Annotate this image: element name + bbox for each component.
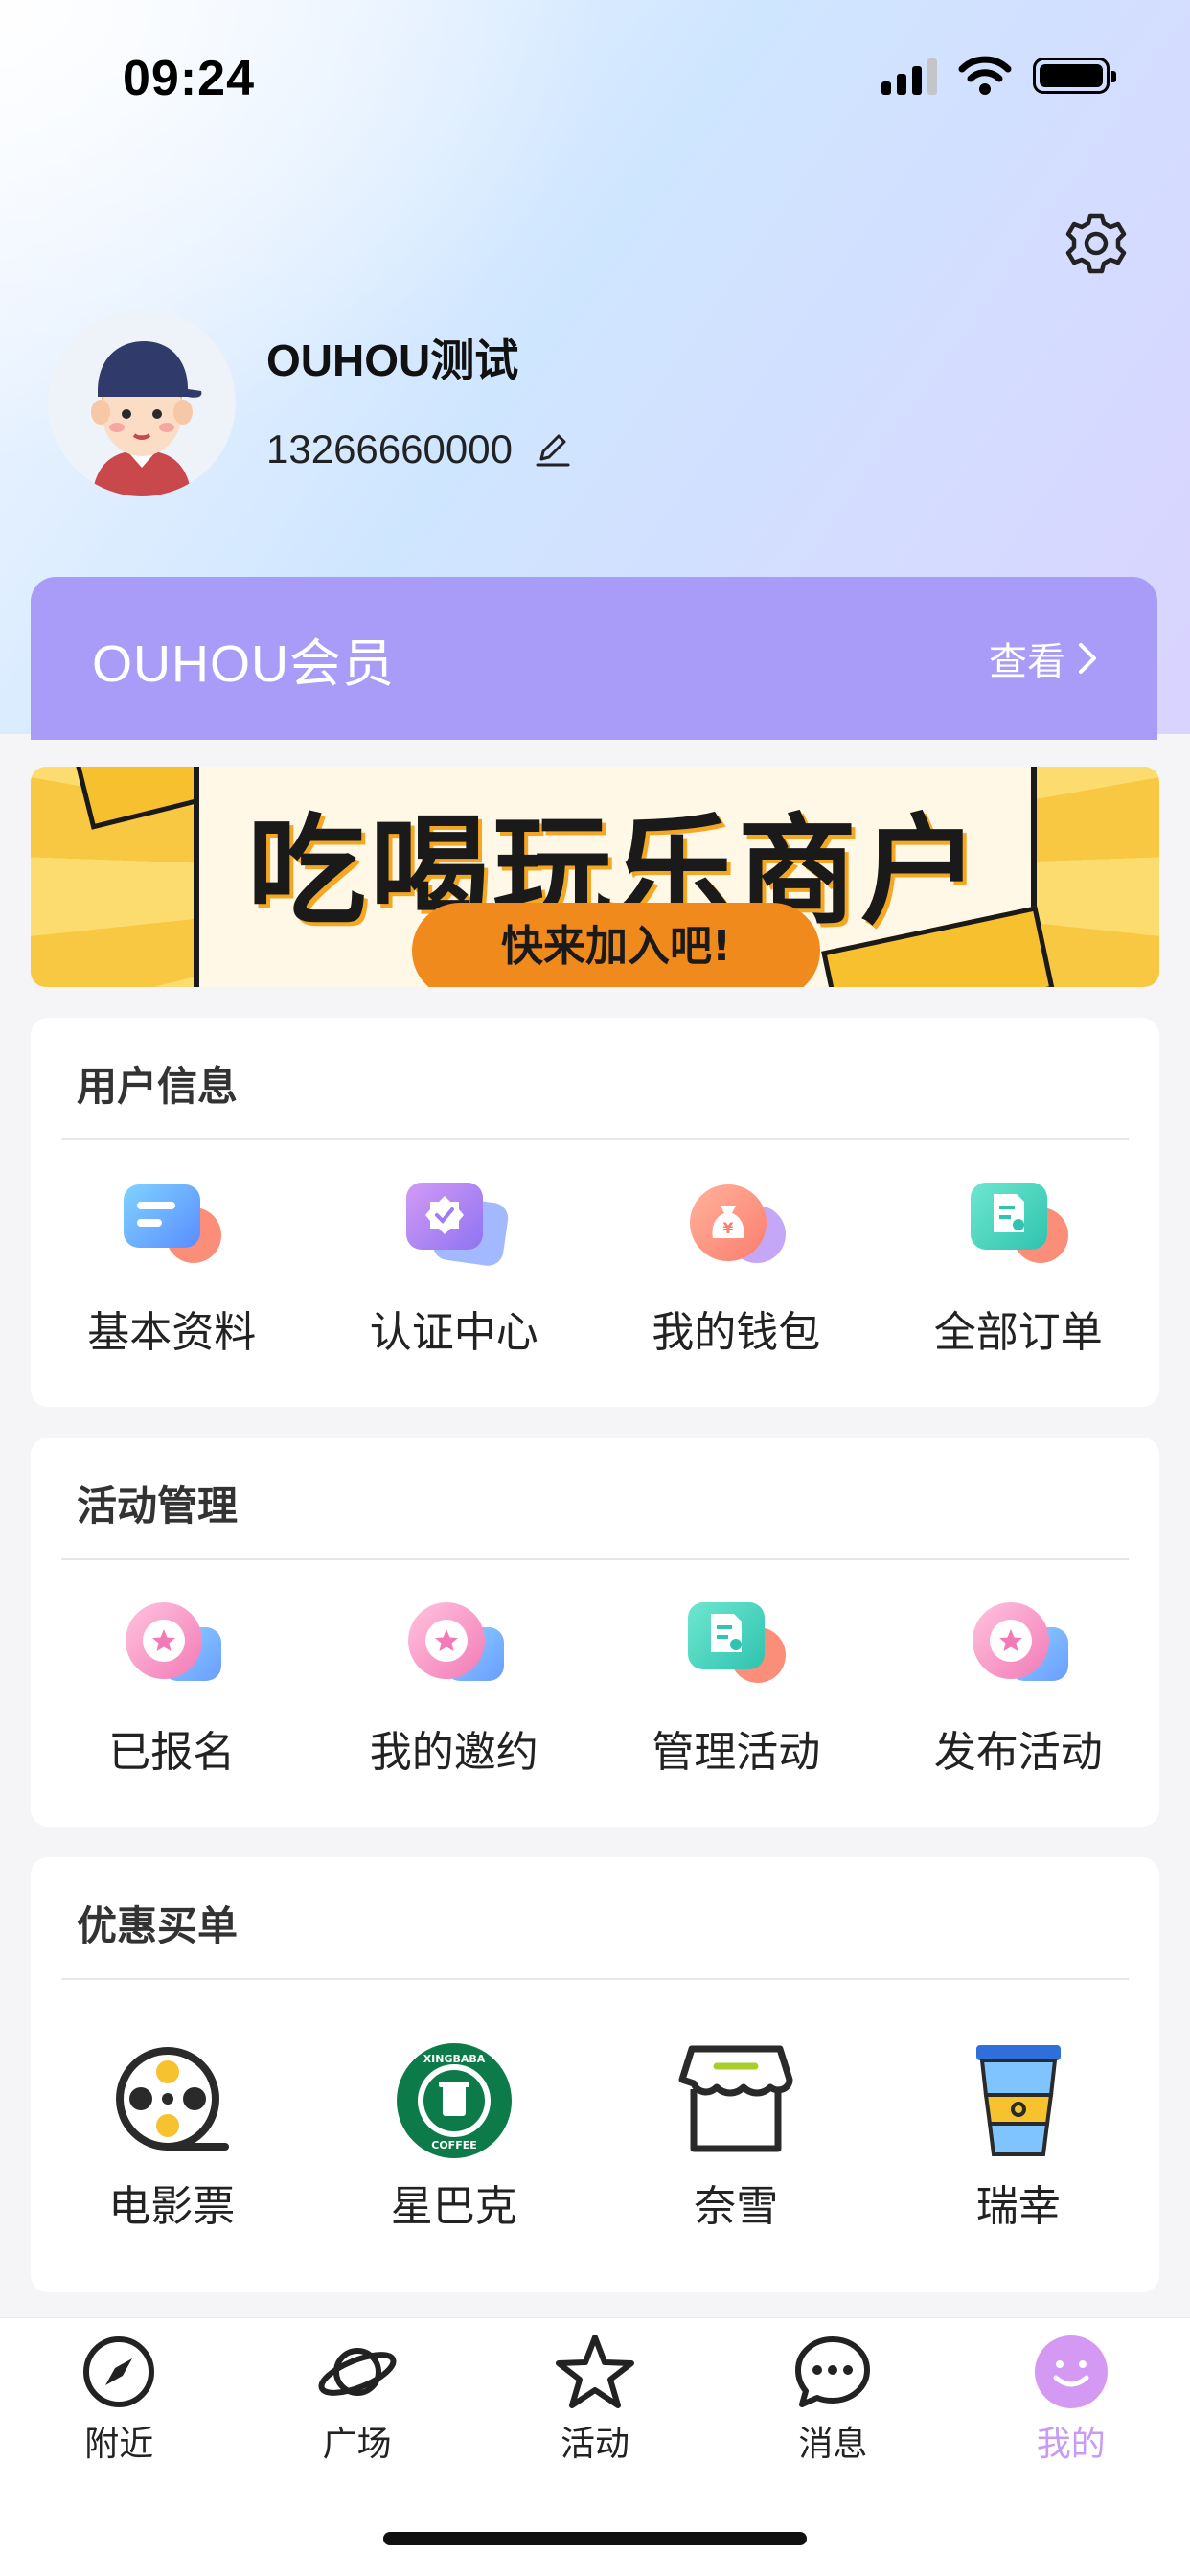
tab-label: 活动	[560, 2425, 629, 2464]
profile-card-icon	[114, 1171, 229, 1276]
compass-icon	[83, 2336, 155, 2407]
grid-label: 认证中心	[369, 1308, 538, 1357]
order-document-icon	[961, 1171, 1076, 1276]
coffee-cup-icon	[975, 2045, 1061, 2156]
grid-label: 基本资料	[87, 1308, 257, 1357]
film-reel-icon	[116, 2047, 230, 2150]
grid-item-basic-info[interactable]: 基本资料	[31, 1171, 313, 1359]
grid-item-registered[interactable]: 已报名	[31, 1591, 313, 1779]
grid-item-nayuki[interactable]: 奈雪	[595, 2041, 878, 2233]
grid-item-publish-activity[interactable]: 发布活动	[878, 1591, 1160, 1779]
star-badge-icon	[114, 1591, 229, 1696]
section-title: 用户信息	[77, 1063, 239, 1110]
avatar[interactable]	[48, 309, 236, 496]
phone-number: 13266660000	[266, 426, 513, 472]
grid-item-verification[interactable]: 认证中心	[313, 1171, 596, 1359]
section-title: 优惠买单	[77, 1902, 239, 1949]
activity-section: 活动管理 已报名 我的邀约 管理活动 发布活动	[31, 1438, 1159, 1827]
grid-label: 已报名	[108, 1728, 236, 1777]
edit-pencil-icon[interactable]	[534, 430, 572, 469]
grid-item-starbucks[interactable]: XINGBABA COFFEE 星巴克	[313, 2041, 596, 2233]
shop-icon	[678, 2045, 793, 2152]
phone-row: 13266660000	[266, 426, 572, 472]
tab-label: 消息	[798, 2425, 868, 2464]
grid-label: 我的钱包	[652, 1308, 821, 1357]
grid-label: 管理活动	[652, 1728, 821, 1777]
svg-text:COFFEE: COFFEE	[431, 2139, 476, 2151]
tab-label: 附近	[84, 2425, 154, 2464]
grid-label: 星巴克	[390, 2182, 517, 2231]
tab-plaza[interactable]: 广场	[238, 2332, 475, 2491]
grid-label: 瑞幸	[975, 2182, 1061, 2231]
order-document-icon	[678, 1591, 793, 1696]
tab-label: 广场	[322, 2425, 392, 2464]
home-indicator	[383, 2532, 807, 2545]
merchant-join-banner[interactable]: 吃喝玩乐商户 快来加入吧!	[31, 767, 1159, 987]
svg-text:¥: ¥	[723, 1219, 734, 1237]
member-view-label: 查看	[989, 640, 1065, 684]
banner-cta[interactable]: 快来加入吧!	[412, 903, 820, 987]
grid-label: 发布活动	[933, 1728, 1103, 1777]
divider	[61, 1558, 1129, 1560]
grid-item-luckin[interactable]: 瑞幸	[878, 2041, 1160, 2233]
member-card[interactable]: OUHOU会员 查看	[31, 577, 1157, 740]
avatar-illustration	[91, 341, 202, 496]
tab-mine[interactable]: 我的	[952, 2332, 1190, 2491]
section-title: 活动管理	[77, 1483, 239, 1530]
grid-label: 全部订单	[933, 1308, 1103, 1357]
grid-label: 奈雪	[694, 2182, 779, 2231]
smiley-icon	[1034, 2335, 1108, 2408]
planet-icon	[318, 2348, 397, 2396]
chevron-right-icon	[1079, 643, 1096, 674]
divider	[61, 1138, 1129, 1140]
star-badge-icon	[961, 1591, 1076, 1696]
tab-messages[interactable]: 消息	[714, 2332, 951, 2491]
grid-item-all-orders[interactable]: 全部订单	[878, 1171, 1160, 1359]
user-name: OUHOU测试	[266, 335, 519, 385]
grid-item-my-invitations[interactable]: 我的邀约	[313, 1591, 596, 1779]
money-bag-icon: ¥	[678, 1171, 793, 1276]
grid-item-wallet[interactable]: ¥ 我的钱包	[595, 1171, 878, 1359]
grid-item-movie-ticket[interactable]: 电影票	[31, 2041, 313, 2233]
tab-label: 我的	[1036, 2425, 1106, 2464]
discount-section: 优惠买单 电影票 XINGBABA COFFEE 星巴克 奈雪 瑞幸	[31, 1857, 1159, 2292]
grid-item-manage-activity[interactable]: 管理活动	[595, 1591, 878, 1779]
starbucks-logo-icon: XINGBABA COFFEE	[396, 2043, 512, 2158]
member-view-button[interactable]: 查看	[989, 631, 1100, 686]
grid-label: 我的邀约	[369, 1728, 538, 1777]
star-badge-icon	[397, 1591, 512, 1696]
user-info-section: 用户信息 基本资料 认证中心 ¥ 我的钱包 全部订单	[31, 1018, 1159, 1407]
battery-icon	[1033, 58, 1116, 94]
status-time: 09:24	[123, 51, 255, 106]
settings-gear-icon[interactable]	[1064, 211, 1129, 276]
tab-nearby[interactable]: 附近	[0, 2332, 238, 2491]
signal-icon	[881, 57, 937, 95]
status-icons	[881, 56, 1116, 96]
wifi-icon	[958, 56, 1012, 95]
chat-bubble-icon	[795, 2336, 871, 2407]
tab-activity[interactable]: 活动	[476, 2332, 714, 2491]
divider	[61, 1978, 1129, 1980]
svg-text:XINGBABA: XINGBABA	[423, 2053, 485, 2065]
star-icon	[555, 2334, 634, 2408]
member-title: OUHOU会员	[92, 634, 395, 693]
verified-badge-icon	[397, 1171, 512, 1276]
grid-label: 电影票	[108, 2182, 236, 2231]
